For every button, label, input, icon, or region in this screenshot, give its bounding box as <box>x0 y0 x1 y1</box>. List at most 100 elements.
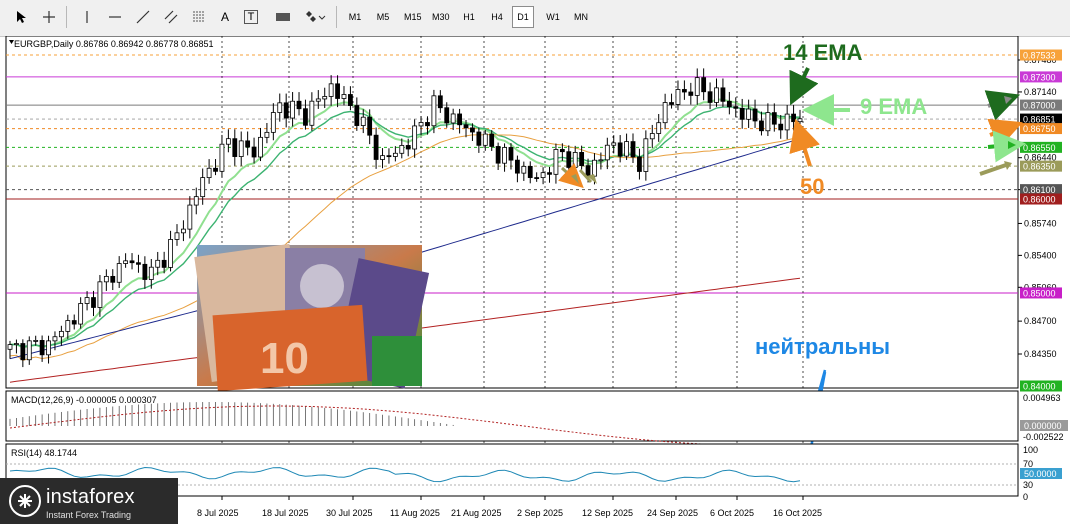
candle <box>637 156 642 172</box>
price-tag-label: 0.87533 <box>1023 51 1056 61</box>
candle <box>39 340 45 356</box>
timeframe-h1[interactable]: H1 <box>458 6 480 28</box>
candle <box>624 141 629 157</box>
toolbar-separator <box>336 6 337 28</box>
timeframe-m1[interactable]: M1 <box>344 6 366 28</box>
candle <box>245 140 251 148</box>
candle <box>91 297 96 308</box>
timeframe-m15[interactable]: M15 <box>400 6 426 28</box>
candle <box>155 259 161 268</box>
candle <box>97 281 103 308</box>
candle <box>733 106 739 109</box>
price-tag-label: 0.86750 <box>1023 124 1056 134</box>
ma50-annotation: 50 <box>800 174 824 199</box>
candle <box>463 124 469 129</box>
candle <box>335 83 340 99</box>
rsi-scale-70: 70 <box>1023 459 1033 469</box>
price-tag-label: 0.87300 <box>1023 72 1056 82</box>
cursor-icon[interactable] <box>10 6 32 28</box>
candle <box>392 152 398 157</box>
price-scale-label: 0.85400 <box>1024 250 1057 260</box>
candle <box>26 340 32 361</box>
chart-area[interactable]: 10 EURGBP,Daily 0.86786 0.86942 0.86778 … <box>0 36 1070 524</box>
rsi-scale-0: 0 <box>1023 492 1028 502</box>
candle <box>277 102 283 113</box>
timeframe-h4[interactable]: H4 <box>486 6 508 28</box>
candle <box>617 142 623 157</box>
candle <box>521 165 527 174</box>
timeframe-w1[interactable]: W1 <box>542 6 564 28</box>
candle <box>65 320 71 332</box>
text-icon[interactable]: A <box>214 6 236 28</box>
price-tag-label: 0.85000 <box>1023 288 1056 298</box>
candle <box>303 108 308 126</box>
candle <box>508 147 514 161</box>
candle <box>444 107 450 124</box>
channel-icon[interactable] <box>160 6 182 28</box>
timeframe-mn[interactable]: MN <box>570 6 592 28</box>
trendline-icon[interactable] <box>132 6 154 28</box>
candle <box>129 260 135 264</box>
neutral-annotation: нейтральны <box>755 334 890 359</box>
candle <box>193 196 199 206</box>
candle <box>707 91 713 103</box>
rsi-scale-100: 100 <box>1023 445 1038 455</box>
candle <box>232 138 238 157</box>
candle <box>148 266 154 280</box>
candle <box>778 123 784 131</box>
timeframe-m5[interactable]: M5 <box>372 6 394 28</box>
shapes-icon[interactable] <box>304 6 326 28</box>
candle <box>656 122 662 134</box>
candle <box>739 107 745 120</box>
chart-header: EURGBP,Daily 0.86786 0.86942 0.86778 0.8… <box>14 39 214 49</box>
candle <box>270 112 276 133</box>
candle <box>412 125 418 150</box>
macd-scale-bottom: -0.002522 <box>1023 432 1064 442</box>
crosshair-icon[interactable] <box>38 6 60 28</box>
candle <box>662 102 668 124</box>
candle <box>559 149 565 153</box>
candle <box>425 122 430 127</box>
vertical-line-icon[interactable] <box>76 6 98 28</box>
candle <box>116 263 122 283</box>
candle <box>784 113 790 131</box>
candle <box>206 167 212 179</box>
candle <box>534 177 540 179</box>
candle <box>142 263 148 280</box>
candle <box>752 108 758 122</box>
instaforex-logo: instaforex Instant Forex Trading <box>0 478 178 524</box>
ema9-annotation: 9 EMA <box>860 94 927 119</box>
candle <box>71 320 77 325</box>
fibonacci-icon[interactable] <box>188 6 210 28</box>
logo-name: instaforex <box>46 486 135 508</box>
candle <box>579 152 585 167</box>
rectangle-icon[interactable] <box>272 6 294 28</box>
candle <box>540 172 546 179</box>
text-label-icon[interactable]: T <box>244 10 258 24</box>
timeframe-d1[interactable]: D1 <box>512 6 534 28</box>
candle <box>405 145 411 150</box>
candle <box>437 95 443 109</box>
candle <box>348 94 353 106</box>
candle <box>681 89 687 93</box>
candle <box>720 87 726 102</box>
date-label: 16 Oct 2025 <box>773 508 822 518</box>
date-label: 2 Sep 2025 <box>517 508 563 518</box>
rsi-scale-30: 30 <box>1023 480 1033 490</box>
price-tag-label: 0.87000 <box>1023 101 1056 111</box>
candle <box>457 113 462 126</box>
price-tag-label: 0.86350 <box>1023 162 1056 172</box>
candle <box>643 138 649 172</box>
candle <box>604 144 610 161</box>
candle <box>476 131 482 146</box>
candle <box>14 343 19 346</box>
macd-label: MACD(12,26,9) -0.000005 0.000307 <box>11 395 157 405</box>
candle <box>514 159 520 174</box>
price-tag-label: 0.86550 <box>1023 143 1056 153</box>
horizontal-line-icon[interactable] <box>104 6 126 28</box>
price-scale-label: 0.84700 <box>1024 316 1057 326</box>
timeframe-m30[interactable]: M30 <box>428 6 454 28</box>
candle <box>797 118 803 123</box>
price-tag-label: 0.84000 <box>1023 382 1056 392</box>
macd-scale-zero: 0.000000 <box>1024 421 1062 431</box>
